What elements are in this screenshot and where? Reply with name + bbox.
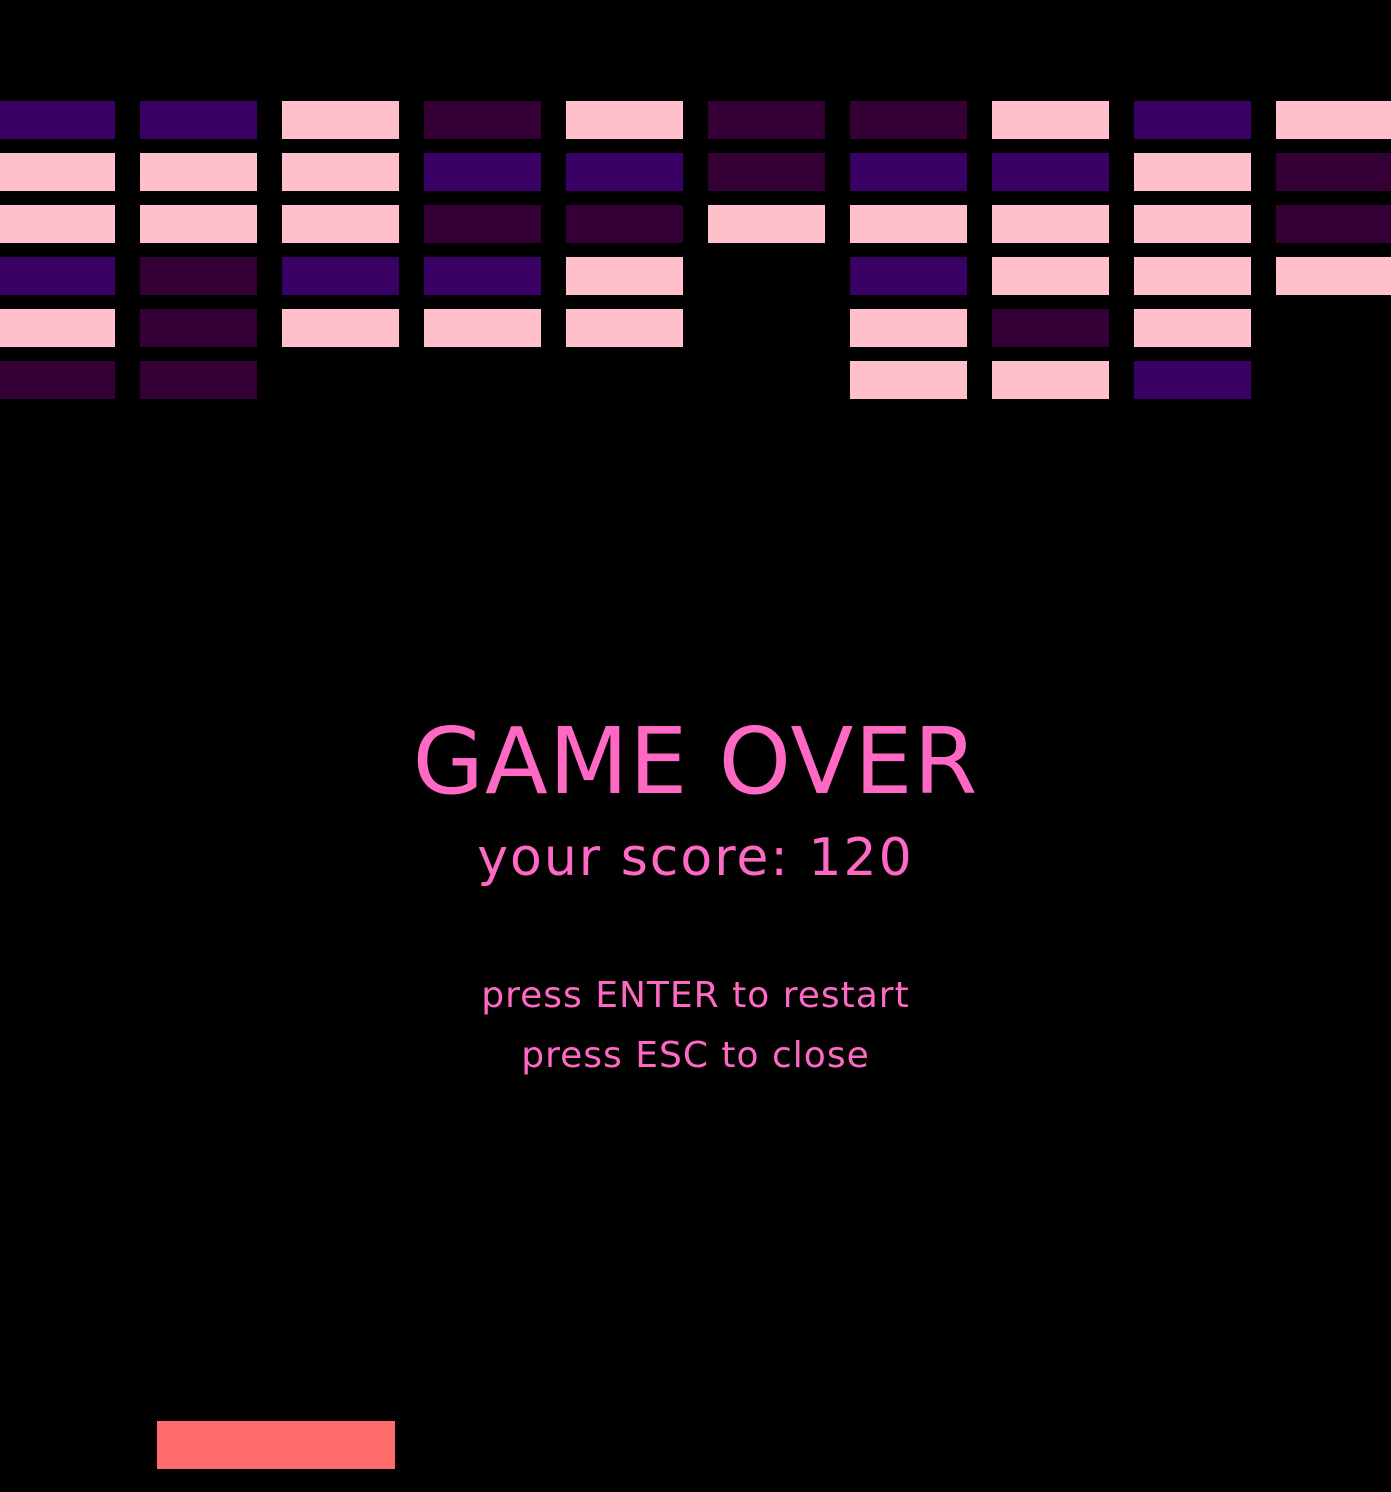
brick <box>850 361 967 399</box>
brick <box>0 153 115 191</box>
brick <box>1134 153 1251 191</box>
brick <box>282 205 399 243</box>
brick <box>424 101 541 139</box>
brick <box>708 205 825 243</box>
brick <box>140 257 257 295</box>
restart-hint: press ENTER to restart <box>481 975 910 1016</box>
brick <box>1134 205 1251 243</box>
brick <box>850 257 967 295</box>
brick <box>0 361 115 399</box>
brick <box>140 309 257 347</box>
brick <box>0 257 115 295</box>
brick <box>1134 361 1251 399</box>
brick <box>282 101 399 139</box>
brick <box>992 257 1109 295</box>
game-over-title: GAME OVER <box>412 708 979 815</box>
close-hint: press ESC to close <box>521 1035 870 1076</box>
brick <box>1134 257 1251 295</box>
brick <box>0 309 115 347</box>
brick <box>282 309 399 347</box>
brick <box>424 257 541 295</box>
brick <box>1276 205 1391 243</box>
brick <box>140 153 257 191</box>
brick <box>850 101 967 139</box>
brick <box>708 101 825 139</box>
brick <box>992 361 1109 399</box>
brick <box>850 153 967 191</box>
paddle[interactable] <box>157 1421 395 1469</box>
brick <box>282 257 399 295</box>
brick <box>992 205 1109 243</box>
brick <box>566 205 683 243</box>
brick <box>424 309 541 347</box>
brick <box>140 101 257 139</box>
brick <box>708 153 825 191</box>
brick <box>566 257 683 295</box>
brick <box>992 153 1109 191</box>
brick <box>1276 257 1391 295</box>
brick <box>992 309 1109 347</box>
brick <box>566 153 683 191</box>
brick <box>282 153 399 191</box>
brick <box>140 205 257 243</box>
brick <box>850 309 967 347</box>
brick <box>140 361 257 399</box>
brick <box>992 101 1109 139</box>
brick <box>1134 101 1251 139</box>
brick <box>0 101 115 139</box>
brick <box>0 205 115 243</box>
final-score: your score: 120 <box>477 828 914 888</box>
brick <box>1276 101 1391 139</box>
brick <box>566 309 683 347</box>
brick <box>424 205 541 243</box>
game-canvas: GAME OVER your score: 120 press ENTER to… <box>0 0 1391 1492</box>
brick <box>850 205 967 243</box>
brick <box>424 153 541 191</box>
brick <box>1276 153 1391 191</box>
brick <box>1134 309 1251 347</box>
brick <box>566 101 683 139</box>
brick-field <box>0 0 1391 420</box>
